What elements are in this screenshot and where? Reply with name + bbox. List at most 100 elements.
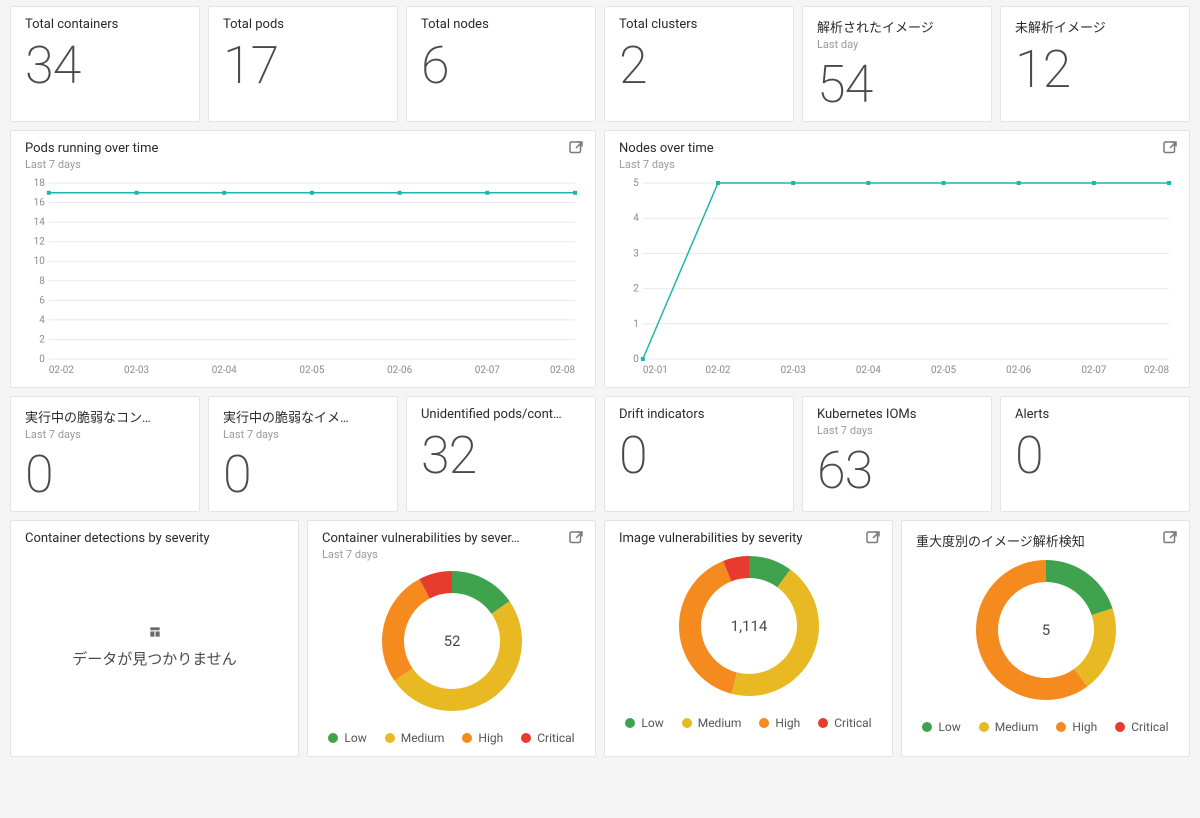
stat-title: Drift indicators [619, 407, 779, 422]
svg-text:0: 0 [39, 354, 45, 365]
svg-text:2: 2 [633, 284, 639, 295]
legend-medium: Medium [682, 716, 742, 730]
svg-text:2: 2 [39, 334, 45, 345]
stat-card-vulnerable-images[interactable]: 実行中の脆弱なイメ… Last 7 days 0 [208, 396, 398, 512]
svg-text:3: 3 [633, 248, 639, 259]
legend-low: Low [922, 720, 960, 734]
legend-critical: Critical [521, 731, 574, 745]
stat-card-total-nodes[interactable]: Total nodes 6 [406, 6, 596, 122]
stat-card-kubernetes-ioms[interactable]: Kubernetes IOMs Last 7 days 63 [802, 396, 992, 512]
stat-card-alerts[interactable]: Alerts 0 [1000, 396, 1190, 512]
chart-title: Pods running over time [25, 141, 581, 156]
stat-value: 63 [817, 445, 977, 497]
donut-chart: 5 [916, 550, 1175, 710]
stat-value: 6 [421, 40, 581, 92]
legend-medium: Medium [979, 720, 1039, 734]
export-icon[interactable] [567, 529, 585, 547]
nodata-placeholder: データが見つかりません [25, 546, 284, 746]
nodata-text: データが見つかりません [72, 648, 237, 669]
severity-row: Container detections by severity データが見つか… [10, 520, 1190, 757]
svg-text:02-03: 02-03 [781, 365, 806, 376]
svg-text:02-05: 02-05 [299, 365, 324, 376]
svg-text:6: 6 [39, 295, 45, 306]
stat-value: 0 [25, 449, 185, 501]
card-container-detections: Container detections by severity データが見つか… [10, 520, 299, 757]
card-title: Container detections by severity [25, 531, 284, 546]
stat-value: 34 [25, 40, 185, 92]
svg-text:0: 0 [633, 354, 639, 365]
stat-card-vulnerable-containers[interactable]: 実行中の脆弱なコン… Last 7 days 0 [10, 396, 200, 512]
stat-value: 0 [1015, 430, 1175, 482]
svg-text:10: 10 [34, 256, 46, 267]
legend-critical: Critical [1115, 720, 1168, 734]
stats-row-1: Total containers 34 Total pods 17 Total … [10, 6, 1190, 122]
stat-card-total-pods[interactable]: Total pods 17 [208, 6, 398, 122]
card-sub: Last 7 days [322, 548, 581, 561]
chart-title: Nodes over time [619, 141, 1175, 156]
svg-text:4: 4 [633, 213, 639, 224]
card-title: 重大度別のイメージ解析検知 [916, 531, 1175, 550]
stat-value: 0 [619, 430, 779, 482]
stat-sub: Last 7 days [25, 428, 185, 441]
stat-card-drift-indicators[interactable]: Drift indicators 0 [604, 396, 794, 512]
stat-title: Total pods [223, 17, 383, 32]
stat-value: 0 [223, 449, 383, 501]
svg-text:5: 5 [633, 178, 639, 189]
chart-card-pods-over-time: Pods running over time Last 7 days 02468… [10, 130, 596, 388]
export-icon[interactable] [864, 529, 882, 547]
stat-card-total-clusters[interactable]: Total clusters 2 [604, 6, 794, 122]
card-image-vulnerabilities: Image vulnerabilities by severity 1,114 … [604, 520, 893, 757]
legend-low: Low [625, 716, 663, 730]
export-icon[interactable] [1161, 139, 1179, 157]
stat-value: 17 [223, 40, 383, 92]
legend-high: High [462, 731, 503, 745]
stat-card-analyzed-images[interactable]: 解析されたイメージ Last day 54 [802, 6, 992, 122]
export-icon[interactable] [1161, 529, 1179, 547]
stat-value: 12 [1015, 44, 1175, 96]
svg-text:02-02: 02-02 [49, 365, 74, 376]
stat-title: Alerts [1015, 407, 1175, 422]
svg-text:02-02: 02-02 [705, 365, 730, 376]
svg-text:5: 5 [1041, 621, 1049, 639]
legend-medium: Medium [385, 731, 445, 745]
export-icon[interactable] [567, 139, 585, 157]
stat-card-total-containers[interactable]: Total containers 34 [10, 6, 200, 122]
svg-text:02-05: 02-05 [931, 365, 956, 376]
legend-high: High [759, 716, 800, 730]
legend: Low Medium High Critical [916, 720, 1175, 734]
nodata-icon [148, 624, 162, 638]
stat-title: 未解析イメージ [1015, 17, 1175, 36]
timeseries-row: Pods running over time Last 7 days 02468… [10, 130, 1190, 388]
chart-card-nodes-over-time: Nodes over time Last 7 days 01234502-010… [604, 130, 1190, 388]
svg-text:02-08: 02-08 [1144, 365, 1169, 376]
stat-title: 実行中の脆弱なコン… [25, 407, 185, 426]
svg-text:02-06: 02-06 [1006, 365, 1031, 376]
svg-text:02-08: 02-08 [550, 365, 575, 376]
chart-plot: 01234502-0102-0202-0302-0402-0502-0602-0… [619, 177, 1175, 377]
svg-text:02-06: 02-06 [387, 365, 412, 376]
stat-value: 2 [619, 40, 779, 92]
svg-text:52: 52 [443, 632, 460, 650]
card-image-analysis-detections: 重大度別のイメージ解析検知 5 Low Medium High Critical [901, 520, 1190, 757]
stat-title: Total containers [25, 17, 185, 32]
card-title: Container vulnerabilities by sever… [322, 531, 581, 546]
legend: Low Medium High Critical [619, 716, 878, 730]
card-title: Image vulnerabilities by severity [619, 531, 878, 546]
stat-card-unanalyzed-images[interactable]: 未解析イメージ 12 [1000, 6, 1190, 122]
svg-text:14: 14 [34, 217, 46, 228]
svg-text:16: 16 [34, 198, 46, 209]
chart-sub: Last 7 days [25, 158, 581, 171]
stat-title: Total clusters [619, 17, 779, 32]
card-container-vulnerabilities: Container vulnerabilities by sever… Last… [307, 520, 596, 757]
donut-chart: 1,114 [619, 546, 878, 706]
stat-sub: Last 7 days [817, 424, 977, 437]
svg-text:4: 4 [39, 315, 45, 326]
stat-value: 54 [817, 59, 977, 111]
stat-card-unidentified-pods[interactable]: Unidentified pods/cont… 32 [406, 396, 596, 512]
svg-text:02-07: 02-07 [1081, 365, 1106, 376]
stat-title: Total nodes [421, 17, 581, 32]
svg-text:1,114: 1,114 [730, 617, 767, 635]
svg-text:02-07: 02-07 [475, 365, 500, 376]
svg-text:02-03: 02-03 [124, 365, 149, 376]
chart-sub: Last 7 days [619, 158, 1175, 171]
